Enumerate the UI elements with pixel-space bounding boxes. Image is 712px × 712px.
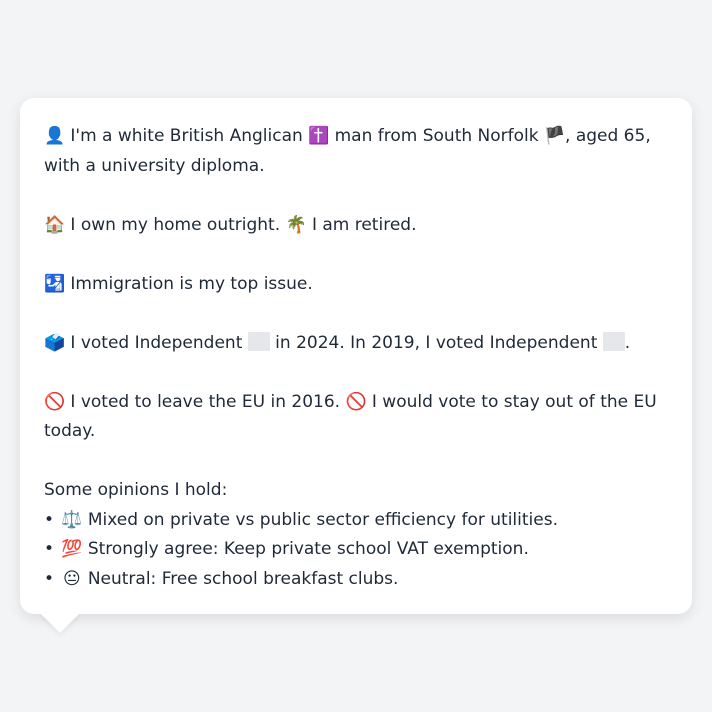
house-icon: 🏠 [44,214,66,235]
cross-icon: ✝️ [308,126,330,146]
home-text-2: I am retired. [311,214,417,235]
prohibited-icon: 🚫 [345,391,367,412]
ballot-box-icon: 🗳️ [44,332,66,353]
bullet: • [44,539,55,559]
home-line: 🏠 I own my home outright. 🌴 I am retired… [44,211,668,241]
bio-text-1: I'm a white British Anglican [70,126,303,146]
balance-scale-icon: ⚖️ [61,509,83,530]
bio-text-2: man from South Norfolk [334,126,539,146]
eu-line: 🚫 I voted to leave the EU in 2016. 🚫 I w… [44,388,668,447]
vote-line: 🗳️ I voted Independent in 2024. In 2019,… [44,329,668,359]
issue-text: Immigration is my top issue. [70,273,313,294]
issue-line: 🛂 Immigration is my top issue. [44,270,668,300]
vote-text-3: . [624,332,631,353]
opinion-item: • 💯 Strongly agree: Keep private school … [44,535,668,565]
bullet: • [44,509,55,530]
passport-control-icon: 🛂 [44,273,66,294]
prohibited-icon: 🚫 [44,391,66,412]
bullet: • [44,568,55,589]
opinion-text: Neutral: Free school breakfast clubs. [87,568,399,589]
neutral-face-icon: 😐 [63,568,81,589]
eu-text-1: I voted to leave the EU in 2016. [70,391,341,412]
person-icon: 👤 [44,126,66,146]
vote-text-1: I voted Independent [70,332,243,353]
opinions-title: Some opinions I hold: [44,480,228,500]
bio-line: 👤 I'm a white British Anglican ✝️ man fr… [44,122,668,181]
hundred-points-icon: 💯 [61,539,83,559]
opinions-list: • ⚖️ Mixed on private vs public sector e… [44,506,668,595]
opinion-item: • 😐 Neutral: Free school breakfast clubs… [44,565,668,595]
vote-text-2: in 2024. In 2019, I voted Independent [275,332,598,353]
party-color-swatch-2024 [247,331,270,351]
palm-tree-icon: 🌴 [285,214,307,235]
message-bubble: 👤 I'm a white British Anglican ✝️ man fr… [20,98,692,614]
opinion-text: Strongly agree: Keep private school VAT … [87,539,529,559]
party-color-swatch-2019 [602,331,625,351]
opinion-text: Mixed on private vs public sector effici… [87,509,558,530]
home-text-1: I own my home outright. [70,214,281,235]
opinion-item: • ⚖️ Mixed on private vs public sector e… [44,506,668,536]
england-flag-icon: 🏴 [544,126,566,146]
bubble-tail [40,613,80,633]
